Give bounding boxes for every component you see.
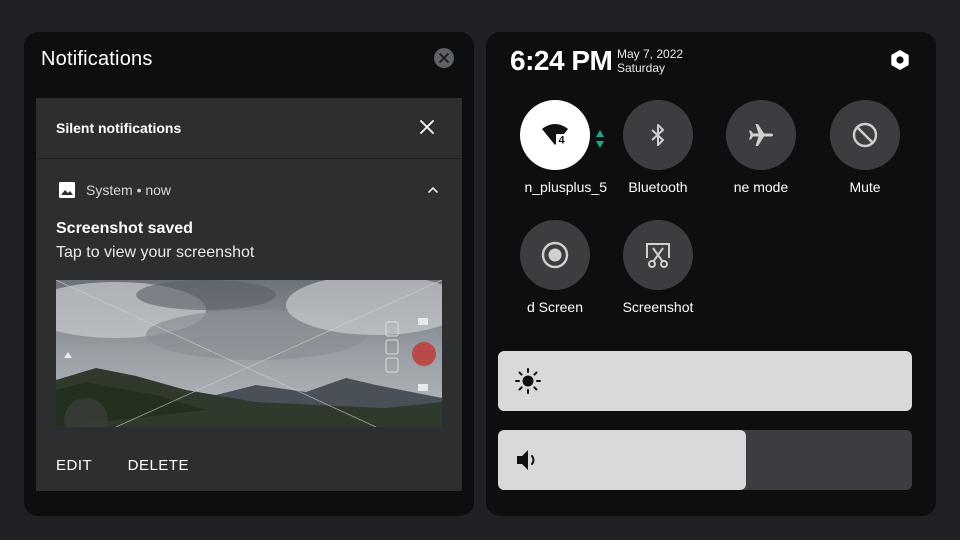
mute-tile[interactable] (830, 100, 900, 170)
airplane-icon (749, 124, 773, 146)
brightness-icon (515, 368, 541, 394)
silent-notifications-title: Silent notifications (56, 120, 182, 136)
wifi-tile[interactable]: 4 (520, 100, 590, 170)
notification-text: Tap to view your screenshot (56, 244, 255, 261)
mute-icon (852, 122, 878, 148)
volume-slider[interactable] (498, 430, 912, 490)
screenshot-thumbnail-image (56, 280, 442, 427)
screenshot-icon (646, 243, 670, 268)
screen-record-label: d Screen (526, 299, 584, 315)
record-icon (541, 241, 569, 269)
quick-settings-panel: 6:24 PM May 7, 2022 Saturday 4 n_plusplu… (486, 32, 936, 516)
airplane-mode-tile[interactable] (726, 100, 796, 170)
screenshot-label: Screenshot (622, 299, 694, 315)
date-text: May 7, 2022 (617, 47, 684, 61)
brightness-slider-fill (498, 351, 912, 411)
delete-button[interactable]: DELETE (128, 457, 189, 474)
dismiss-silent-button[interactable] (418, 118, 436, 136)
screen-record-tile[interactable] (520, 220, 590, 290)
notifications-panel: Notifications Silent notifications Syste… (24, 32, 474, 516)
close-notifications-button[interactable] (434, 48, 454, 68)
date-block: May 7, 2022 Saturday (617, 47, 683, 75)
image-icon (59, 182, 75, 198)
mute-label: Mute (849, 179, 881, 195)
brightness-slider[interactable] (498, 351, 912, 411)
screenshot-preview[interactable] (56, 280, 442, 427)
notification-title: Screenshot saved (56, 220, 193, 237)
chevron-up-icon[interactable] (426, 183, 440, 197)
app-name-time: System • now (86, 182, 172, 198)
bluetooth-icon (651, 124, 664, 146)
day-text: Saturday (617, 61, 666, 75)
silent-notifications-header: Silent notifications (36, 98, 462, 158)
notifications-title: Notifications (41, 48, 153, 70)
signal-arrows-icon (596, 130, 604, 148)
screenshot-notification[interactable]: System • now Screenshot saved Tap to vie… (36, 159, 462, 491)
volume-icon (517, 450, 535, 470)
clock: 6:24 PM (510, 45, 613, 76)
bluetooth-tile[interactable] (623, 100, 693, 170)
wifi-icon: 4 (542, 124, 568, 147)
bluetooth-label: Bluetooth (628, 179, 688, 195)
wifi-label: n_plusplus_5 (524, 179, 607, 195)
edit-button[interactable]: EDIT (56, 457, 92, 474)
settings-icon[interactable] (888, 48, 912, 72)
notification-actions: EDIT DELETE (56, 457, 220, 475)
airplane-mode-label: ne mode (733, 179, 789, 195)
close-icon (439, 53, 449, 63)
wifi-badge: 4 (558, 135, 565, 147)
screenshot-tile[interactable] (623, 220, 693, 290)
